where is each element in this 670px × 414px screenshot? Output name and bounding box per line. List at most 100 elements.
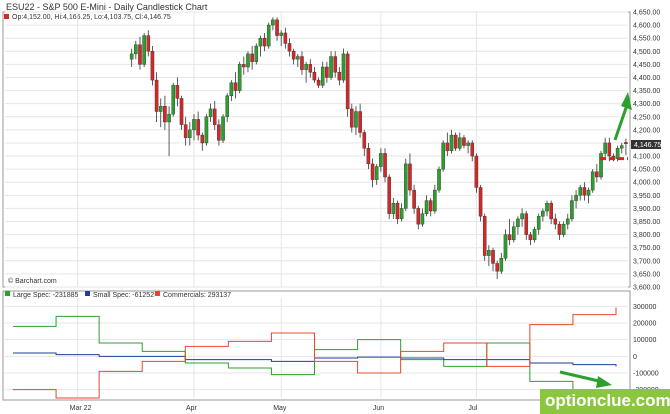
candle [366, 142, 371, 170]
candle-body [333, 56, 337, 73]
price-y-tick-label: 4,050.00 [633, 167, 660, 174]
price-y-tick-label: 4,350.00 [633, 88, 660, 95]
candle-body [449, 134, 454, 152]
legend-swatch-commercials [155, 291, 160, 296]
price-y-tick-label: 3,750.00 [633, 245, 660, 252]
x-axis: Mar 22 Apr May Jun Jul [70, 405, 478, 412]
candle [536, 213, 541, 235]
candle-body [225, 95, 229, 117]
candle-body [462, 137, 466, 146]
candle-body [217, 124, 221, 141]
cot-y-tick-label: 300000 [633, 304, 656, 311]
candle-body [391, 202, 396, 214]
candle-body [399, 208, 404, 220]
candle [512, 221, 516, 243]
candle-body [437, 168, 441, 191]
price-y-tick-label: 4,400.00 [633, 75, 660, 82]
candle-body [183, 124, 188, 138]
price-y-tick-label: 4,300.00 [633, 101, 660, 108]
candle-body [499, 257, 504, 272]
candle [312, 67, 317, 83]
candle-body [362, 132, 367, 149]
candle [266, 22, 271, 49]
candle [574, 190, 578, 209]
candle [507, 218, 512, 246]
candle-body [433, 189, 437, 212]
candle-body [570, 200, 574, 220]
price-y-tick-label: 3,800.00 [633, 232, 660, 239]
candle-body [129, 53, 134, 60]
candle-body [445, 142, 450, 152]
candle [545, 200, 549, 217]
candle [325, 61, 329, 83]
candle [565, 213, 570, 230]
chart-canvas: ESU22 - S&P 500 E-Mini - Daily Candlesti… [2, 2, 661, 412]
cot-y-tick-label: 100000 [633, 337, 656, 344]
price-candles [129, 17, 628, 280]
candle-body [146, 35, 151, 52]
candle-body [541, 210, 545, 217]
candle [557, 221, 562, 240]
candle [470, 140, 475, 162]
candle-body [582, 187, 587, 196]
candle [258, 35, 263, 57]
candle [516, 216, 520, 235]
candle [603, 137, 607, 159]
price-grid [5, 11, 628, 288]
cot-series-line [13, 307, 617, 399]
candle [370, 158, 375, 188]
price-y-tick-label: 3,650.00 [633, 271, 660, 278]
candle [595, 163, 599, 183]
candle-body [412, 189, 416, 209]
candle-body [503, 234, 508, 259]
candle [196, 111, 200, 141]
candle [495, 260, 499, 280]
last-price-label: 4,146.75 [634, 142, 661, 149]
candle [354, 106, 358, 136]
cot-panel-frame [2, 290, 631, 401]
candle [217, 119, 221, 146]
candle [316, 77, 321, 88]
candle-body [615, 147, 620, 159]
candle-body [171, 85, 175, 115]
candle-body [478, 187, 483, 217]
candle [229, 80, 234, 102]
candle [433, 184, 437, 214]
candle-body [607, 142, 612, 157]
candle [192, 114, 196, 141]
candle [158, 98, 163, 128]
candle [287, 38, 292, 57]
candle-body [507, 234, 512, 241]
candle-body [441, 142, 445, 170]
candle [200, 132, 205, 151]
candle [237, 61, 242, 94]
candle-body [574, 195, 578, 201]
price-y-tick-label: 4,200.00 [633, 127, 660, 134]
candle [590, 169, 595, 193]
candle [254, 43, 259, 65]
price-y-tick-label: 3,850.00 [633, 219, 660, 226]
candle-body [603, 142, 607, 154]
candle [204, 114, 209, 146]
candle-body [557, 223, 562, 235]
candle-body [296, 56, 300, 60]
candle [474, 153, 479, 193]
up-arrow-icon [613, 92, 632, 141]
candle [487, 245, 491, 267]
candle [424, 195, 429, 217]
candle-body [495, 263, 499, 272]
candle [283, 27, 288, 49]
candle-body [578, 187, 583, 196]
candle [212, 101, 217, 130]
candle [345, 51, 350, 117]
candle [399, 203, 404, 222]
candle-body [453, 134, 458, 149]
cot-lines [13, 307, 617, 399]
candle [445, 132, 450, 157]
candle [391, 197, 396, 219]
candle-body [275, 19, 279, 36]
candle [142, 32, 146, 67]
candle [578, 184, 583, 201]
candle [478, 184, 483, 222]
candle-body [208, 108, 213, 117]
